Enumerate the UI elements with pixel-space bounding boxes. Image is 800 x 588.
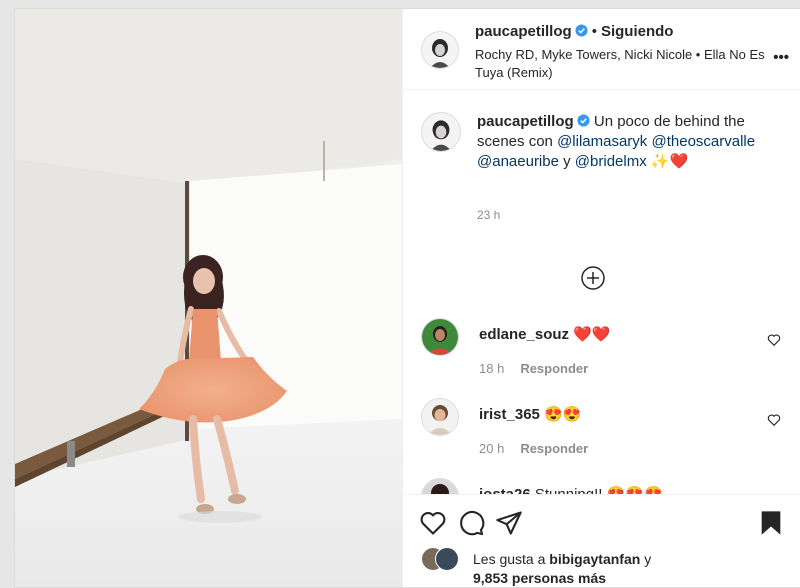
video-frame-image xyxy=(15,9,402,587)
likes-connector: y xyxy=(644,551,652,567)
reply-button[interactable]: Responder xyxy=(520,441,588,456)
commenter-username[interactable]: josta26 xyxy=(479,486,531,494)
post-video[interactable] xyxy=(15,9,402,587)
comment-timestamp[interactable]: 20 h xyxy=(479,441,504,456)
commenter-avatar[interactable] xyxy=(421,478,459,494)
post-side-panel: paucapetillog • Siguiendo Rochy RD, Myke T… xyxy=(402,9,800,587)
avatar-image xyxy=(422,32,458,68)
plus-circle-icon[interactable] xyxy=(581,266,605,290)
post-actions-bar: Les gusta a bibigaytanfan y 9,853 person… xyxy=(403,494,800,587)
liker-username[interactable]: bibigaytanfan xyxy=(549,551,640,567)
comment-item: josta26 Stunning!! 😍😍😍 xyxy=(421,478,781,494)
avatar-image xyxy=(422,113,460,151)
mention-link[interactable]: @anaeuribe xyxy=(477,153,559,170)
caption-timestamp[interactable]: 23 h xyxy=(477,208,500,222)
caption-emojis: ✨❤️ xyxy=(650,153,689,170)
commenter-username[interactable]: irist_365 xyxy=(479,406,540,423)
mention-link[interactable]: @bridelmx xyxy=(575,153,647,170)
heart-outline-icon[interactable] xyxy=(767,413,781,427)
bookmark-filled-icon[interactable] xyxy=(757,509,785,537)
comment-item: edlane_souz ❤️❤️ 18 h Responder xyxy=(421,318,781,378)
caption-body: y xyxy=(563,153,571,170)
caption-username[interactable]: paucapetillog xyxy=(477,113,574,130)
avatar-image xyxy=(422,399,458,435)
verified-badge-icon xyxy=(577,114,590,127)
liker-avatars xyxy=(421,547,467,571)
mention-link[interactable]: @theoscarvalle xyxy=(651,133,755,150)
author-username[interactable]: paucapetillog xyxy=(475,23,572,40)
comment-text: Stunning!! 😍😍😍 xyxy=(535,486,663,494)
post-header: paucapetillog • Siguiendo Rochy RD, Myke T… xyxy=(403,9,800,90)
avatar-image xyxy=(422,319,458,355)
likes-count[interactable]: 9,853 personas más xyxy=(473,570,606,586)
following-button[interactable]: Siguiendo xyxy=(601,23,674,40)
verified-badge-icon xyxy=(575,24,588,37)
comments-section: paucapetillog Un poco de behind the scen… xyxy=(403,90,800,494)
commenter-avatar[interactable] xyxy=(421,398,459,436)
header-separator: • xyxy=(591,23,597,40)
avatar-image xyxy=(422,479,458,494)
comment-text: ❤️❤️ xyxy=(573,326,611,343)
heart-outline-icon[interactable] xyxy=(767,333,781,347)
like-heart-icon[interactable] xyxy=(419,509,447,537)
share-icon[interactable] xyxy=(495,509,523,537)
commenter-avatar[interactable] xyxy=(421,318,459,356)
instagram-post-modal: paucapetillog • Siguiendo Rochy RD, Myke T… xyxy=(14,8,800,588)
reply-button[interactable]: Responder xyxy=(520,361,588,376)
more-options-icon[interactable]: ••• xyxy=(773,49,789,66)
comment-text: 😍😍 xyxy=(544,406,582,423)
comment-icon[interactable] xyxy=(457,509,485,537)
comment-item: irist_365 😍😍 20 h Responder xyxy=(421,398,781,458)
likes-prefix: Les gusta a xyxy=(473,551,546,567)
caption-text: paucapetillog Un poco de behind the scen… xyxy=(477,112,767,172)
author-avatar[interactable] xyxy=(421,31,459,69)
likes-text: Les gusta a bibigaytanfan y 9,853 person… xyxy=(473,550,773,588)
commenter-username[interactable]: edlane_souz xyxy=(479,326,569,343)
liker-avatar[interactable] xyxy=(435,547,459,571)
comment-timestamp[interactable]: 18 h xyxy=(479,361,504,376)
caption-author-avatar[interactable] xyxy=(421,112,461,152)
mention-link[interactable]: @lilamasaryk xyxy=(557,133,647,150)
audio-track-link[interactable]: Rochy RD, Myke Towers, Nicki Nicole • El… xyxy=(475,46,765,82)
